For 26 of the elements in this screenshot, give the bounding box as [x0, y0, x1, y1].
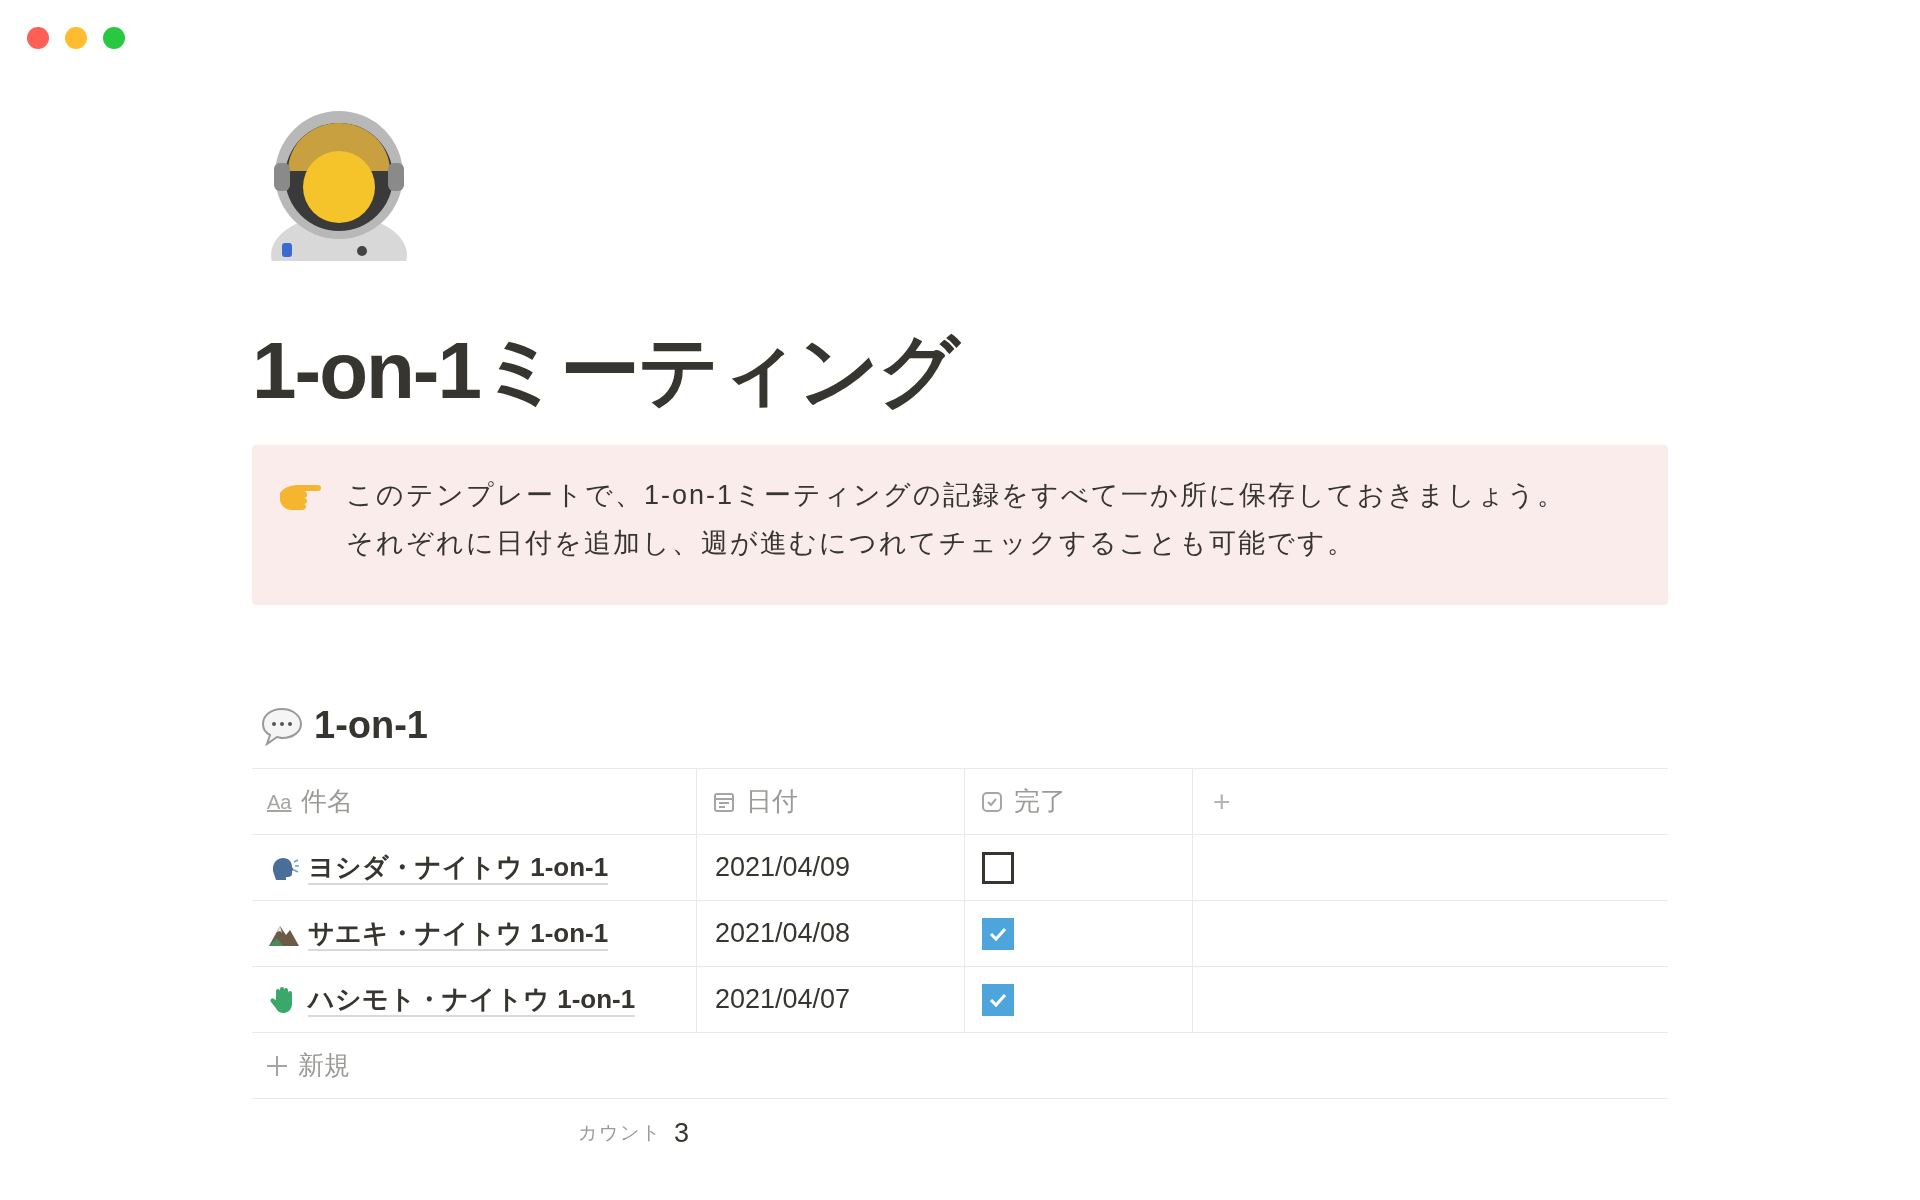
count-value: 3: [673, 1116, 689, 1150]
add-column-button[interactable]: +: [1213, 786, 1231, 817]
minimize-window-button[interactable]: [65, 27, 87, 49]
checkbox[interactable]: [982, 983, 1014, 1016]
checkbox[interactable]: [982, 917, 1014, 950]
checkbox-property-icon: [980, 789, 1004, 814]
speech-bubble-icon: [260, 705, 304, 746]
date-cell: 2021/04/07: [697, 967, 965, 1032]
close-window-button[interactable]: [27, 27, 49, 49]
page-title: 1-on-1ミーティング: [252, 331, 1668, 411]
column-header[interactable]: Aa 件名: [252, 769, 697, 834]
row-title-link[interactable]: ヨシダ・ナイトウ 1-on-1: [308, 850, 609, 885]
count-label: カウント: [577, 1120, 662, 1145]
plus-icon: [266, 1054, 288, 1077]
row-title-link[interactable]: ハシモト・ナイトウ 1-on-1: [308, 982, 636, 1017]
date-cell: 2021/04/09: [697, 835, 965, 900]
checkbox[interactable]: [982, 851, 1014, 884]
date-cell: 2021/04/08: [697, 901, 965, 966]
maximize-window-button[interactable]: [103, 27, 125, 49]
text-property-icon: Aa: [267, 786, 292, 817]
row-title-link[interactable]: サエキ・ナイトウ 1-on-1: [308, 916, 609, 951]
callout-text: このテンプレートで、1-on-1ミーティングの記録をすべて一か所に保存しておきましょう。それぞれに日付を追加し、週が進むにつれてチェックすることも可能です。: [346, 479, 1568, 560]
column-header[interactable]: 完了: [965, 769, 1193, 834]
database-title: 1-on-1: [314, 703, 428, 748]
new-row-button[interactable]: 新規: [266, 1046, 350, 1085]
column-header[interactable]: 日付: [697, 769, 965, 834]
